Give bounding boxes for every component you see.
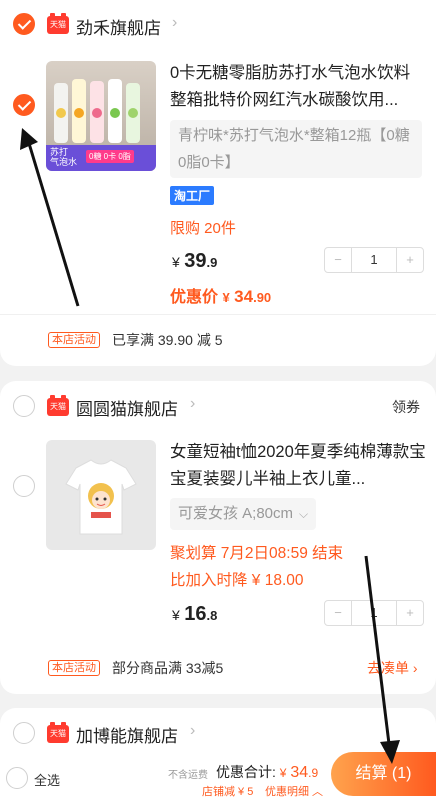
quantity-value[interactable]: 1 [351, 601, 397, 625]
item-checkbox[interactable] [13, 94, 35, 116]
no-shipping-note: 不含运费 [168, 770, 208, 781]
item-checkbox[interactable] [13, 475, 35, 497]
factory-tag: 淘工厂 [170, 186, 215, 205]
tmall-icon: 天猫 [47, 13, 69, 34]
plus-button[interactable]: + [397, 248, 423, 272]
promo-badge: 本店活动 [48, 660, 100, 676]
sale-event: 聚划算 7月2日08:59 结束 [170, 545, 344, 562]
minus-button[interactable]: − [325, 601, 351, 625]
product-thumbnail[interactable] [46, 440, 156, 550]
quantity-value[interactable]: 1 [351, 248, 397, 272]
chevron-right-icon: › [409, 660, 418, 676]
promo-text: 部分商品满 33减5 [112, 660, 224, 676]
shop-name[interactable]: 圆圆猫旗舰店 [76, 395, 178, 420]
get-coupon-button[interactable]: 领券 [392, 397, 420, 417]
shop-name[interactable]: 劲禾旗舰店 [76, 14, 161, 39]
tmall-icon: 天猫 [47, 722, 69, 743]
store-checkbox[interactable] [13, 13, 35, 35]
sku-selector[interactable]: 可爱女孩 A;80cm ⌵ [170, 498, 317, 530]
minus-button[interactable]: − [325, 248, 351, 272]
select-all-label[interactable]: 全选 [34, 770, 60, 789]
shop-name[interactable]: 加博能旗舰店 [76, 722, 178, 747]
shop-reduction: 店铺减 ¥ 5 [202, 786, 254, 798]
divider [0, 314, 436, 315]
store-checkbox[interactable] [13, 395, 35, 417]
item-price: ¥ 39.9 [172, 250, 218, 272]
chevron-right-icon[interactable]: › [190, 395, 195, 413]
store-card-1: 天猫 劲禾旗舰店 › 苏打 气泡水 0糖 0卡 0脂 0卡无糖零脂肪苏打水气泡水… [0, 0, 436, 366]
item-price: ¥ 16.8 [172, 603, 218, 625]
store-card-2: 天猫 圆圆猫旗舰店 › 领券 女童短袖t恤2020年夏季纯棉薄款宝宝夏装婴儿半袖… [0, 381, 436, 694]
product-thumbnail[interactable]: 苏打 气泡水 0糖 0卡 0脂 [46, 61, 156, 171]
thumb-label: 苏打 [50, 147, 69, 157]
chevron-right-icon[interactable]: › [172, 14, 177, 32]
add-more-link[interactable]: 去凑单 › [367, 658, 418, 678]
discount-price: 优惠价 ¥ 34.90 [170, 287, 272, 306]
sku-selector[interactable]: 青柠味*苏打气泡水*整箱12瓶【0糖0脂0卡】 [170, 120, 422, 178]
thumb-badge: 0糖 0卡 0脂 [86, 150, 134, 163]
purchase-limit: 限购 20件 [170, 220, 236, 237]
select-all-checkbox[interactable] [6, 767, 28, 789]
promo-badge: 本店活动 [48, 332, 100, 348]
checkout-bar: 全选 不含运费 优惠合计: ¥ 34.9 店铺减 ¥ 5 优惠明细 ︿ 结算 (… [0, 748, 436, 800]
promo-text: 已享满 39.90 减 5 [112, 332, 223, 348]
price-drop: 比加入时降 ¥ 18.00 [170, 572, 304, 589]
quantity-stepper[interactable]: − 1 + [324, 247, 424, 273]
checkout-button[interactable]: 结算 (1) [331, 752, 436, 796]
product-title[interactable]: 女童短袖t恤2020年夏季纯棉薄款宝宝夏装婴儿半袖上衣儿童... [170, 439, 426, 493]
total-amount: 优惠合计: ¥ 34.9 [216, 764, 319, 781]
chevron-down-icon: ⌵ [299, 507, 309, 521]
chevron-up-icon: ︿ [309, 786, 324, 798]
store-checkbox[interactable] [13, 722, 35, 744]
sku-text: 青柠味*苏打气泡水*整箱12瓶【0糖0脂0卡】 [178, 127, 410, 171]
thumb-label: 气泡水 [50, 157, 78, 167]
chevron-right-icon[interactable]: › [190, 722, 195, 740]
quantity-stepper[interactable]: − 1 + [324, 600, 424, 626]
product-title[interactable]: 0卡无糖零脂肪苏打水气泡水饮料整箱批特价网红汽水碳酸饮用... [170, 60, 426, 114]
tmall-icon: 天猫 [47, 395, 69, 416]
plus-button[interactable]: + [397, 601, 423, 625]
sku-text: 可爱女孩 A;80cm [178, 505, 294, 522]
kids-tshirt-image [65, 459, 137, 535]
discount-detail-link[interactable]: 优惠明细 ︿ [265, 783, 323, 799]
